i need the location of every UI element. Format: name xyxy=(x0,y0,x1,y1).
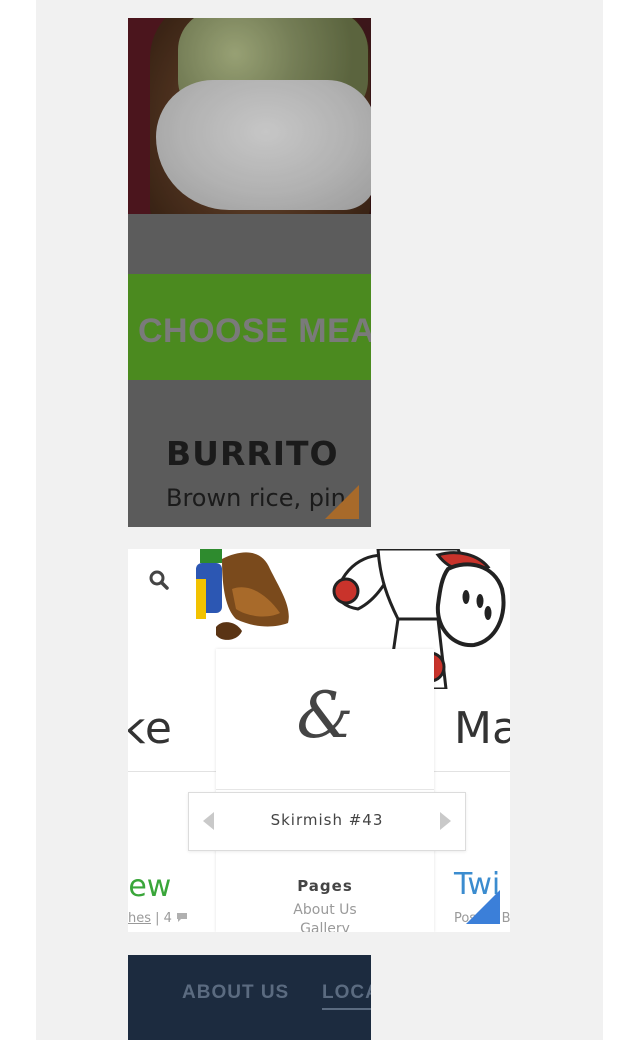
left-divider xyxy=(128,771,216,772)
burrito-theme-thumbnail[interactable]: CHOOSE MEA BURRITO Brown rice, pin xyxy=(128,18,371,527)
right-divider xyxy=(434,771,510,772)
nav-item-locations[interactable]: LOCA xyxy=(322,982,371,1004)
nav-item-about-us[interactable]: ABOUT US xyxy=(182,982,289,1004)
pages-link-about-us[interactable]: About Us xyxy=(216,902,434,918)
photo-divider xyxy=(128,214,371,274)
choose-meal-text: CHOOSE MEA xyxy=(138,312,371,350)
character-illustration-left xyxy=(196,549,289,640)
pages-link-gallery[interactable]: Gallery xyxy=(216,921,434,932)
comment-count: 4 xyxy=(163,911,172,926)
menu-item-title: BURRITO xyxy=(166,434,339,473)
right-heading: Ma xyxy=(454,703,510,754)
active-nav-underline xyxy=(322,1008,371,1010)
center-panel: & Pages About Us Gallery xyxy=(216,649,434,932)
skirmish-theme-thumbnail[interactable]: ke iew hes | 4 Ma Twi Posted B & Pages A… xyxy=(128,549,510,932)
chevron-right-icon[interactable] xyxy=(440,812,451,830)
left-heading: ke xyxy=(128,703,173,754)
corner-fold-icon xyxy=(325,485,359,519)
menu-item-description: Brown rice, pin xyxy=(166,484,346,512)
choose-meal-banner: CHOOSE MEA xyxy=(128,274,371,380)
center-divider xyxy=(216,789,434,790)
comment-icon xyxy=(177,913,188,922)
pager-title: Skirmish #43 xyxy=(270,811,384,829)
corner-fold-icon xyxy=(466,890,500,924)
meta-link[interactable]: hes xyxy=(128,911,151,926)
ampersand-logo: & xyxy=(296,679,354,753)
pages-heading: Pages xyxy=(297,877,353,895)
meta-separator: | xyxy=(151,911,164,926)
post-pager: Skirmish #43 xyxy=(188,792,466,851)
nav-theme-thumbnail[interactable]: ABOUT US LOCA xyxy=(128,955,371,1040)
search-icon[interactable] xyxy=(148,569,170,591)
post-meta-left: hes | 4 xyxy=(128,911,188,926)
view-link[interactable]: iew xyxy=(128,869,171,904)
burrito-photo xyxy=(128,18,371,214)
